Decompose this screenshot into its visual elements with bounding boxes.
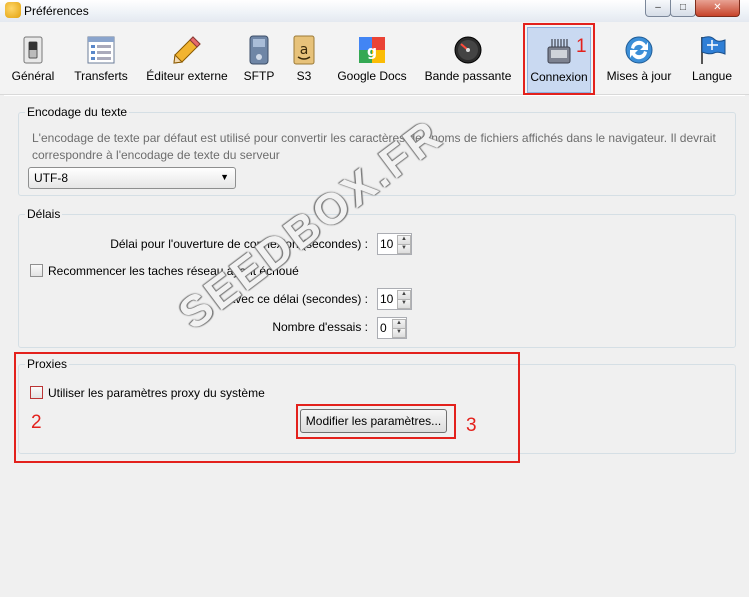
minimize-button[interactable]: – — [645, 0, 671, 17]
maximize-button[interactable]: □ — [670, 0, 696, 17]
tab-langue[interactable]: Langue — [688, 27, 736, 91]
encoding-group-label: Encodage du texte — [25, 105, 130, 119]
retry-delay-value: 10 — [380, 292, 394, 306]
spin-down-icon[interactable]: ▼ — [397, 299, 411, 309]
drive-icon — [249, 35, 269, 65]
tab-label: Général — [11, 69, 55, 83]
window-title: Préférences — [24, 4, 89, 18]
attempts-value: 0 — [380, 321, 387, 335]
title-bar — [0, 0, 749, 22]
spin-down-icon[interactable]: ▼ — [397, 244, 411, 254]
switch-icon — [23, 36, 43, 64]
annotation-number-1: 1 — [576, 36, 587, 57]
tab-label: Mises à jour — [606, 69, 672, 83]
connection-timeout-spinner[interactable]: 10 ▲ ▼ — [377, 233, 412, 255]
update-icon — [625, 36, 653, 64]
connection-timeout-value: 10 — [380, 237, 394, 251]
attempts-spinner[interactable]: 0 ▲ ▼ — [377, 317, 407, 339]
tab-sftp[interactable]: SFTP — [240, 27, 278, 91]
tab-google-docs[interactable]: g Google Docs — [334, 27, 410, 91]
chevron-down-icon: ▼ — [220, 172, 229, 182]
close-button[interactable]: ✕ — [695, 0, 740, 17]
annotation-number-2: 2 — [31, 412, 42, 433]
spin-down-icon[interactable]: ▼ — [392, 328, 406, 338]
retry-delay-spinner[interactable]: 10 ▲ ▼ — [377, 288, 412, 310]
tab-label: Bande passante — [424, 69, 512, 83]
tab-transferts[interactable]: Transferts — [70, 27, 132, 91]
tab-label: SFTP — [243, 69, 275, 83]
retry-checkbox[interactable] — [30, 264, 43, 277]
tab-general[interactable]: Général — [8, 27, 58, 91]
tab-mises-a-jour[interactable]: Mises à jour — [603, 27, 675, 91]
transfer-list-icon — [87, 36, 115, 64]
svg-text:a: a — [300, 42, 309, 58]
app-icon — [5, 2, 21, 18]
amazon-s3-icon: a — [293, 35, 315, 65]
flag-icon — [701, 36, 726, 64]
annotation-box-button — [296, 404, 456, 439]
google-docs-icon: g — [359, 37, 385, 63]
encoding-select[interactable]: UTF-8 ▼ — [28, 167, 236, 189]
tab-label: Google Docs — [337, 69, 407, 83]
gauge-icon — [454, 36, 482, 64]
tab-bande-passante[interactable]: Bande passante — [422, 27, 514, 91]
tab-label: S3 — [296, 69, 312, 83]
encoding-select-value: UTF-8 — [34, 171, 68, 185]
tab-label: Éditeur externe — [146, 69, 228, 83]
pencil-icon — [173, 36, 201, 64]
delays-group-label: Délais — [25, 207, 63, 221]
tab-label: Langue — [691, 69, 733, 83]
tab-s3[interactable]: a S3 — [288, 27, 320, 91]
tab-editeur-externe[interactable]: Éditeur externe — [142, 27, 232, 91]
annotation-box-connexion — [523, 23, 595, 95]
svg-text:g: g — [367, 44, 377, 60]
annotation-number-3: 3 — [466, 415, 477, 436]
attempts-label: Nombre d'essais : — [272, 320, 368, 334]
tab-label: Transferts — [74, 69, 128, 83]
